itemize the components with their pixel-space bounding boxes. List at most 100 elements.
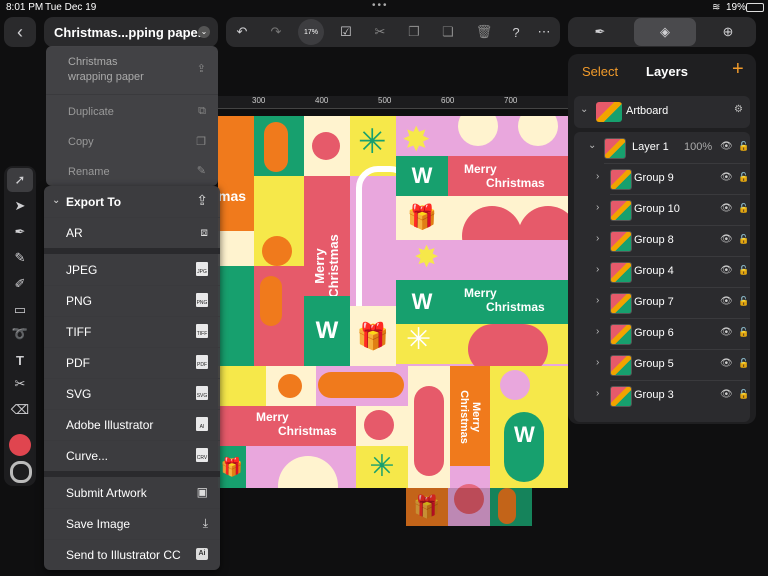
group-row[interactable]: › Group 10 👁 🔓 (574, 194, 756, 225)
status-bar: 8:01 PM Tue Dec 19 ••• ≋ 19% (0, 0, 768, 14)
submit-artwork-item[interactable]: Submit Artwork ▣ (44, 477, 220, 508)
select-button[interactable]: Select (582, 64, 618, 79)
trash-icon[interactable]: 🗑 (474, 23, 494, 41)
visibility-eye-icon[interactable]: 👁 (720, 327, 733, 338)
squiggle-shape (318, 372, 404, 398)
lock-icon[interactable]: 🔓 (738, 172, 749, 183)
visibility-eye-icon[interactable]: 👁 (720, 265, 733, 276)
add-circle-icon[interactable]: ⊕ (716, 23, 740, 41)
squiggle-shape (264, 122, 288, 172)
more-icon[interactable]: ⋯ (534, 23, 554, 41)
export-to-header[interactable]: ⌄ Export To ⇪ (44, 186, 220, 217)
group-row[interactable]: › Group 9 👁 🔓 (574, 163, 756, 194)
export-curve-item[interactable]: Curve... CRV (44, 440, 220, 471)
multitask-dots[interactable]: ••• (372, 0, 389, 11)
lasso-tool-icon[interactable]: ➰ (7, 322, 33, 346)
brush-tool-icon[interactable]: ✐ (7, 272, 33, 296)
group-row[interactable]: › Group 4 👁 🔓 (574, 256, 756, 287)
zoom-indicator[interactable]: 17% (298, 19, 324, 45)
help-icon[interactable]: ? (506, 23, 526, 41)
artboard-row[interactable]: ⌄ Artboard ⚙ (574, 96, 750, 128)
undo-icon[interactable]: ↶ (232, 23, 252, 41)
artwork-text: Christmas (486, 176, 545, 190)
gift-shape: 🎁 (396, 196, 448, 240)
lock-icon[interactable]: 🔓 (738, 203, 749, 214)
text-tool-icon[interactable]: T (7, 348, 33, 372)
toolbar: ↶ ↷ 17% ☑ ✂ ❐ ❏ 🗑 ? ⋯ (226, 17, 560, 47)
stroke-color-swatch[interactable] (10, 461, 32, 483)
fill-color-swatch[interactable] (9, 434, 31, 456)
selection-arrow-icon[interactable]: ➚ (7, 168, 33, 192)
export-jpeg-item[interactable]: JPEG JPG (44, 254, 220, 285)
paste-icon[interactable]: ❏ (438, 23, 458, 41)
artboard-settings-icon[interactable]: ⚙ (734, 104, 743, 115)
group-name: Group 9 (634, 172, 674, 184)
horizontal-ruler: 300 400 500 600 700 (218, 96, 568, 109)
document-title: Christmas...pping paper (54, 25, 203, 40)
cut-icon[interactable]: ✂ (370, 23, 390, 41)
artwork-text: Christmas (326, 234, 342, 298)
group-row[interactable]: › Group 7 👁 🔓 (574, 287, 756, 318)
group-thumbnail (610, 169, 632, 190)
group-name: Group 6 (634, 327, 674, 339)
visibility-eye-icon[interactable]: 👁 (720, 172, 733, 183)
group-thumbnail (610, 386, 632, 407)
export-png-item[interactable]: PNG PNG (44, 285, 220, 316)
pen-tool-icon[interactable]: ✒ (7, 220, 33, 244)
export-pdf-item[interactable]: PDF PDF (44, 347, 220, 378)
lock-icon[interactable]: 🔓 (738, 234, 749, 245)
rename-menu-item[interactable]: Rename ✎ (46, 158, 218, 186)
chevron-right-icon: › (596, 171, 600, 182)
artboard-canvas[interactable]: mas ✳ ✸ Merry Christmas W Merry Christma… (218, 116, 568, 488)
export-illustrator-item[interactable]: Adobe Illustrator AI (44, 409, 220, 440)
node-arrow-icon[interactable]: ➤ (7, 194, 33, 218)
pencil-tool-icon[interactable]: ✎ (7, 246, 33, 270)
visibility-eye-icon[interactable]: 👁 (720, 203, 733, 214)
lock-icon[interactable]: 🔓 (738, 141, 749, 152)
group-row[interactable]: › Group 8 👁 🔓 (574, 225, 756, 256)
group-row[interactable]: › Group 5 👁 🔓 (574, 349, 756, 380)
lock-icon[interactable]: 🔓 (738, 358, 749, 369)
copy-menu-item[interactable]: Copy ❐ (46, 128, 218, 158)
lock-icon[interactable]: 🔓 (738, 327, 749, 338)
back-button[interactable]: ‹ (4, 17, 36, 47)
visibility-eye-icon[interactable]: 👁 (720, 141, 733, 152)
visibility-eye-icon[interactable]: 👁 (720, 389, 733, 400)
scissors-tool-icon[interactable]: ✂ (7, 372, 33, 396)
copy-icon[interactable]: ❐ (404, 23, 424, 41)
export-ar-item[interactable]: AR ⧈ (44, 217, 220, 248)
visibility-eye-icon[interactable]: 👁 (720, 234, 733, 245)
add-layer-button[interactable]: + (732, 58, 744, 81)
export-svg-item[interactable]: SVG SVG (44, 378, 220, 409)
menu-item-label: JPEG (66, 262, 98, 277)
redo-icon[interactable]: ↷ (266, 23, 286, 41)
zigzag-tile: W (304, 296, 350, 366)
lock-icon[interactable]: 🔓 (738, 265, 749, 276)
group-row[interactable]: › Group 6 👁 🔓 (574, 318, 756, 349)
flower-shape (278, 374, 302, 398)
jpg-file-icon: JPG (196, 262, 208, 276)
visibility-eye-icon[interactable]: 👁 (720, 296, 733, 307)
style-brush-icon[interactable]: ✒ (588, 23, 612, 41)
export-menu: ⌄ Export To ⇪ AR ⧈ JPEG JPG PNG PNG TIFF… (44, 186, 220, 570)
save-image-item[interactable]: Save Image ⤓ (44, 508, 220, 539)
duplicate-icon: ⧉ (198, 105, 206, 117)
ruler-mark: 500 (378, 96, 392, 105)
rectangle-tool-icon[interactable]: ▭ (7, 298, 33, 322)
eraser-tool-icon[interactable]: ⌫ (7, 398, 33, 422)
lock-icon[interactable]: 🔓 (738, 389, 749, 400)
layer-opacity[interactable]: 100% (684, 141, 712, 153)
layers-tab-icon[interactable]: ◈ (634, 18, 696, 46)
lock-icon[interactable]: 🔓 (738, 296, 749, 307)
send-to-illustrator-item[interactable]: Send to Illustrator CC Ai (44, 539, 220, 570)
export-tiff-item[interactable]: TIFF TIFF (44, 316, 220, 347)
selected-objects-preview[interactable]: 🎁 (406, 484, 532, 526)
document-title-button[interactable]: Christmas...pping paper ⌄ (44, 17, 218, 47)
visibility-eye-icon[interactable]: 👁 (720, 358, 733, 369)
group-row[interactable]: › Group 3 👁 🔓 (574, 380, 756, 411)
menu-item-label: Save Image (66, 516, 131, 531)
duplicate-menu-item[interactable]: Duplicate ⧉ (46, 98, 218, 128)
layer-1-row[interactable]: ⌄ Layer 1 100% 👁 🔓 (574, 132, 756, 163)
share-icon[interactable]: ⇪ (197, 62, 206, 75)
select-all-icon[interactable]: ☑ (336, 23, 356, 41)
